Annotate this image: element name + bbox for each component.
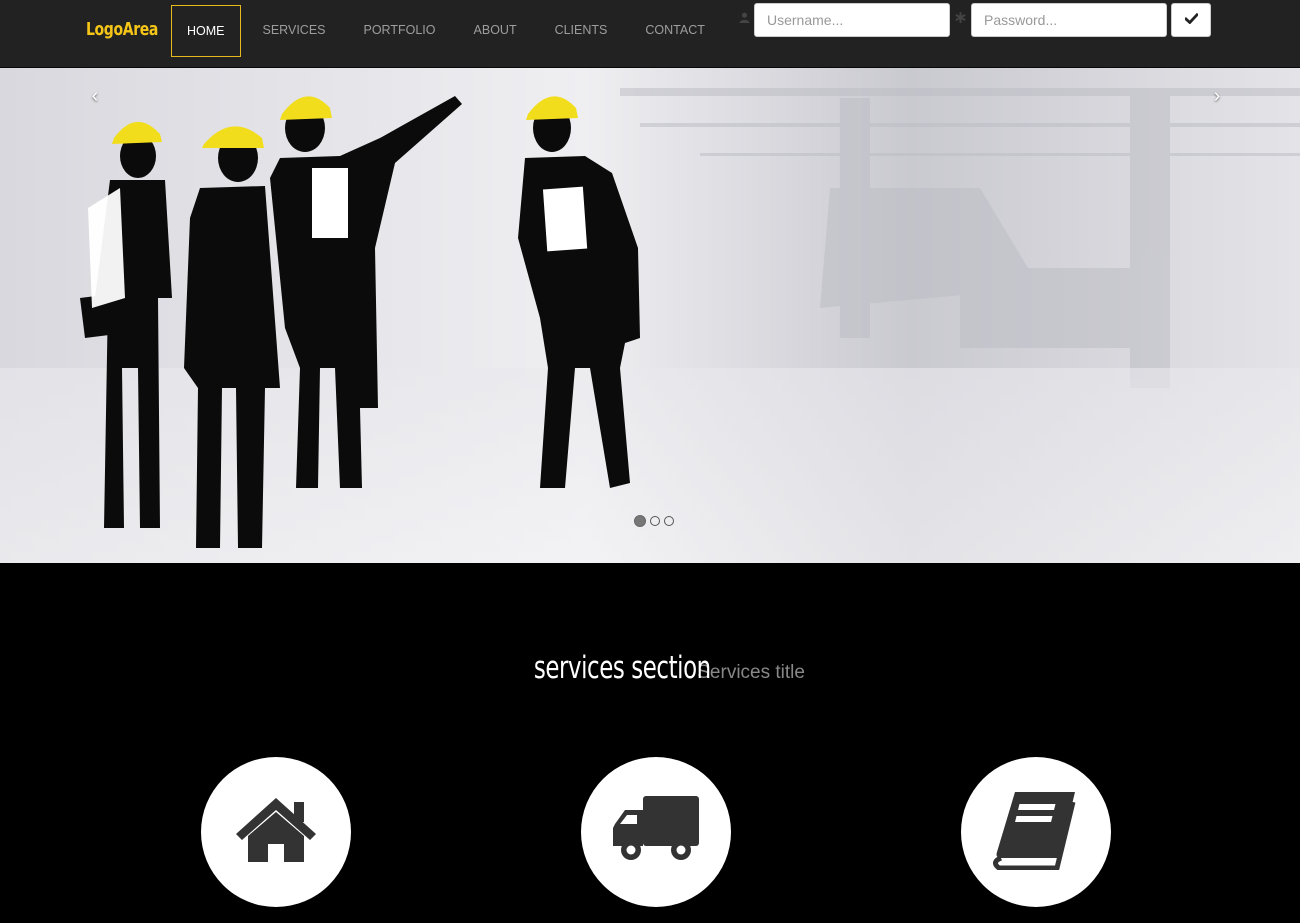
carousel-indicator-3[interactable]	[664, 516, 674, 526]
slide-image	[0, 68, 1300, 563]
login-submit-button[interactable]	[1171, 3, 1211, 37]
chevron-right-icon: ›	[1213, 85, 1221, 107]
navbar: LogoArea HOME SERVICES PORTFOLIO ABOUT C…	[0, 0, 1300, 68]
nav-item-portfolio[interactable]: PORTFOLIO	[349, 5, 451, 55]
nav-item-clients[interactable]: CLIENTS	[540, 5, 623, 55]
book-icon	[993, 790, 1079, 875]
nav-item-contact[interactable]: CONTACT	[630, 5, 720, 55]
service-circle-book	[961, 757, 1111, 907]
services-heading: services section Services title	[0, 650, 1300, 694]
asterisk-icon	[954, 11, 966, 24]
user-icon	[738, 12, 750, 24]
password-input[interactable]	[971, 3, 1167, 37]
carousel-indicators	[634, 515, 674, 527]
nav-item-services[interactable]: SERVICES	[248, 5, 341, 55]
brand-logo[interactable]: LogoArea	[86, 17, 158, 43]
nav-item-about[interactable]: ABOUT	[459, 5, 532, 55]
service-circle-truck	[581, 757, 731, 907]
services-subtitle: Services title	[697, 662, 805, 683]
carousel-indicator-1[interactable]	[634, 515, 646, 527]
main-nav: HOME SERVICES PORTFOLIO ABOUT CLIENTS CO…	[171, 5, 720, 57]
carousel-prev-button[interactable]: ‹	[83, 80, 107, 112]
check-icon	[1183, 11, 1199, 29]
home-icon	[234, 796, 318, 869]
username-input[interactable]	[754, 3, 950, 37]
hero-carousel: ‹ ›	[0, 68, 1300, 563]
service-circle-home	[201, 757, 351, 907]
carousel-indicator-2[interactable]	[650, 516, 660, 526]
carousel-next-button[interactable]: ›	[1205, 80, 1229, 112]
chevron-left-icon: ‹	[91, 85, 99, 107]
nav-item-home[interactable]: HOME	[171, 5, 241, 57]
services-title: services section	[533, 650, 711, 686]
truck-icon	[611, 794, 701, 871]
